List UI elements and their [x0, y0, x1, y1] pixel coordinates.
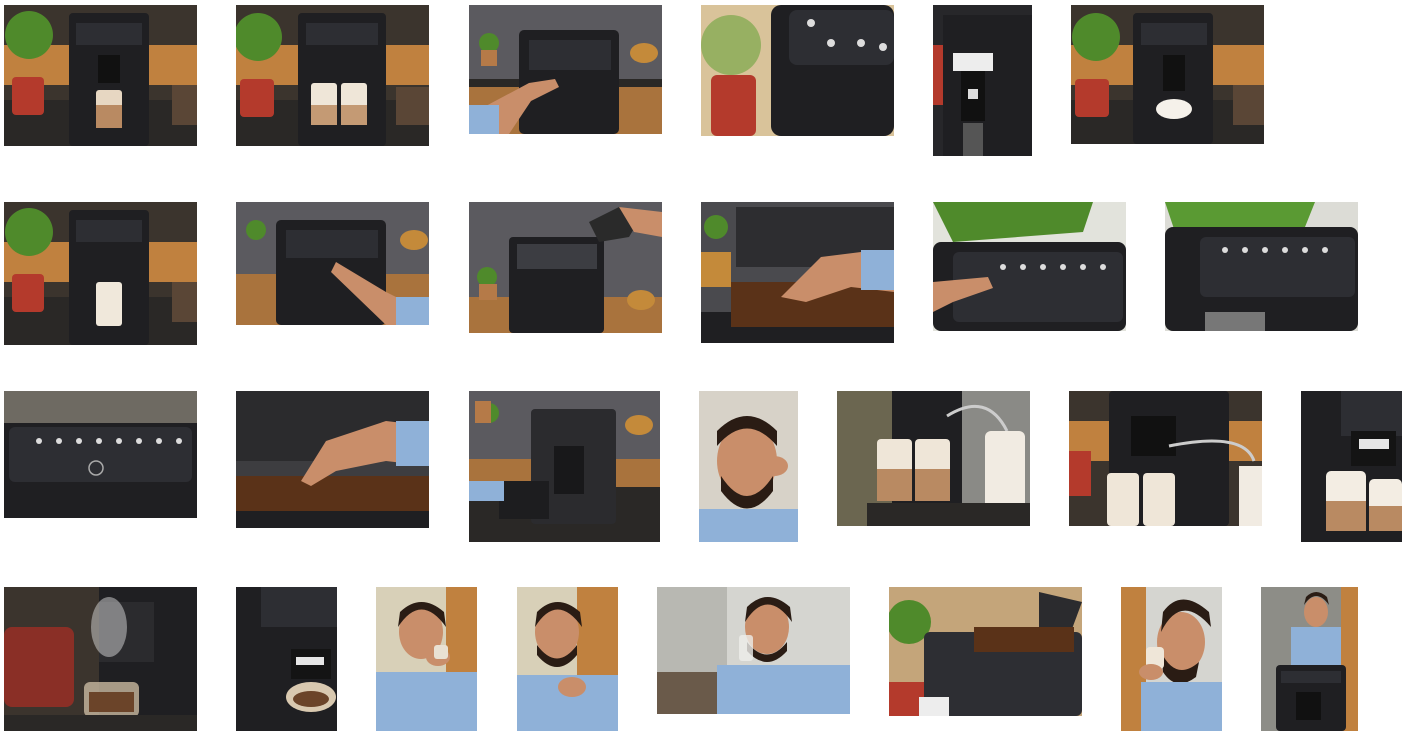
gallery-thumbnail[interactable]: [1071, 5, 1264, 144]
gallery-thumbnail[interactable]: [1301, 391, 1402, 542]
gallery-thumbnail[interactable]: [699, 391, 798, 542]
gallery-thumbnail[interactable]: [236, 5, 429, 146]
image-gallery: [0, 0, 1408, 731]
gallery-thumbnail[interactable]: [469, 391, 660, 542]
gallery-thumbnail[interactable]: [837, 391, 1030, 526]
gallery-thumbnail[interactable]: [701, 5, 894, 136]
gallery-thumbnail[interactable]: [517, 587, 618, 731]
gallery-thumbnail[interactable]: [933, 202, 1126, 331]
gallery-thumbnail[interactable]: [236, 391, 429, 528]
gallery-thumbnail[interactable]: [889, 587, 1082, 716]
gallery-thumbnail[interactable]: [1069, 391, 1262, 526]
gallery-thumbnail[interactable]: [1261, 587, 1358, 731]
gallery-thumbnail[interactable]: [469, 5, 662, 134]
gallery-thumbnail[interactable]: [469, 202, 662, 333]
gallery-thumbnail[interactable]: [376, 587, 477, 731]
gallery-thumbnail[interactable]: [236, 587, 337, 731]
gallery-thumbnail[interactable]: [4, 5, 197, 146]
gallery-thumbnail[interactable]: [1121, 587, 1222, 731]
gallery-thumbnail[interactable]: [4, 202, 197, 345]
gallery-thumbnail[interactable]: [1165, 202, 1358, 331]
gallery-thumbnail[interactable]: [933, 5, 1032, 156]
gallery-thumbnail[interactable]: [236, 202, 429, 325]
gallery-thumbnail[interactable]: [657, 587, 850, 714]
gallery-thumbnail[interactable]: [4, 587, 197, 731]
gallery-thumbnail[interactable]: [4, 391, 197, 518]
gallery-thumbnail[interactable]: [701, 202, 894, 343]
